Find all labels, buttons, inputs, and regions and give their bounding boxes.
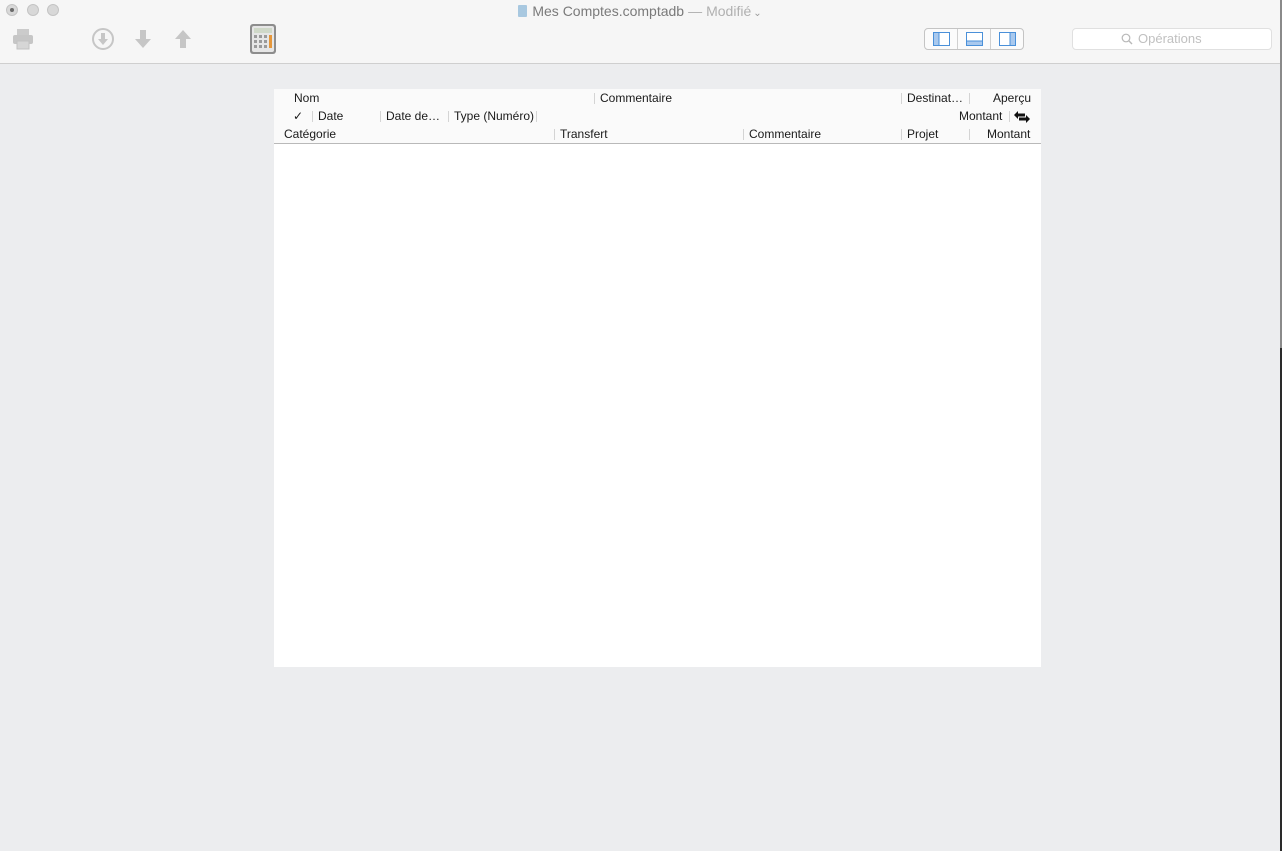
import-button[interactable]: [91, 27, 115, 51]
calculator-button[interactable]: [249, 23, 277, 55]
swap-arrows-icon[interactable]: [1014, 111, 1030, 123]
column-header-montant-split[interactable]: Montant: [987, 125, 1030, 143]
column-divider[interactable]: [380, 111, 381, 122]
window-title: Mes Comptes.comptadb — Modifié ⌄: [0, 2, 1280, 23]
column-header-montant[interactable]: Montant: [959, 107, 1002, 125]
column-header-nom[interactable]: Nom: [294, 89, 319, 107]
column-divider[interactable]: [901, 129, 902, 140]
document-status[interactable]: Modifié: [706, 3, 751, 19]
print-button[interactable]: [12, 28, 34, 50]
view-toggle-group: [924, 28, 1024, 50]
column-header-type[interactable]: Type (Numéro): [454, 107, 534, 125]
chevron-down-icon[interactable]: ⌄: [753, 8, 761, 19]
column-header-transfert[interactable]: Transfert: [560, 125, 608, 143]
column-divider[interactable]: [969, 129, 970, 140]
arrow-up-icon: [175, 30, 191, 48]
column-header-projet[interactable]: Projet: [907, 125, 938, 143]
column-header-date[interactable]: Date: [318, 107, 343, 125]
column-divider[interactable]: [554, 129, 555, 140]
toggle-left-pane-button[interactable]: [925, 29, 958, 49]
app-window: Mes Comptes.comptadb — Modifié ⌄ Opérati…: [0, 0, 1280, 851]
search-field[interactable]: Opérations: [1072, 28, 1272, 50]
toggle-bottom-pane-button[interactable]: [958, 29, 991, 49]
search-placeholder: Opérations: [1138, 31, 1202, 46]
column-divider[interactable]: [1009, 111, 1010, 122]
column-header-destination[interactable]: Destinat…: [907, 89, 963, 107]
column-divider[interactable]: [969, 93, 970, 104]
left-pane-icon: [933, 32, 950, 46]
column-divider[interactable]: [448, 111, 449, 122]
table-header: Nom Commentaire Destinat… Aperçu ✓ Date …: [274, 89, 1041, 144]
calculator-icon: [250, 24, 276, 54]
column-divider[interactable]: [536, 111, 537, 122]
column-header-categorie[interactable]: Catégorie: [284, 125, 336, 143]
column-divider[interactable]: [594, 93, 595, 104]
column-header-commentaire-split[interactable]: Commentaire: [749, 125, 821, 143]
title-separator: —: [688, 3, 703, 19]
document-icon: [518, 5, 528, 17]
toolbar: Mes Comptes.comptadb — Modifié ⌄ Opérati…: [0, 0, 1280, 64]
transactions-table: Nom Commentaire Destinat… Aperçu ✓ Date …: [274, 89, 1041, 667]
document-name: Mes Comptes.comptadb: [532, 3, 685, 19]
download-circle-icon: [92, 28, 114, 50]
table-body[interactable]: [274, 144, 1041, 667]
column-header-commentaire[interactable]: Commentaire: [600, 89, 672, 107]
right-pane-icon: [999, 32, 1016, 46]
arrow-down-icon: [135, 30, 151, 48]
column-header-apercu[interactable]: Aperçu: [993, 89, 1031, 107]
column-header-check[interactable]: ✓: [293, 107, 303, 125]
search-icon: [1121, 33, 1133, 45]
column-divider[interactable]: [901, 93, 902, 104]
bottom-pane-icon: [966, 32, 983, 46]
move-down-button[interactable]: [134, 29, 152, 49]
printer-icon: [13, 29, 33, 50]
toggle-right-pane-button[interactable]: [991, 29, 1023, 49]
column-divider[interactable]: [743, 129, 744, 140]
column-divider[interactable]: [312, 111, 313, 122]
column-header-date-de[interactable]: Date de…: [386, 107, 440, 125]
move-up-button[interactable]: [174, 29, 192, 49]
